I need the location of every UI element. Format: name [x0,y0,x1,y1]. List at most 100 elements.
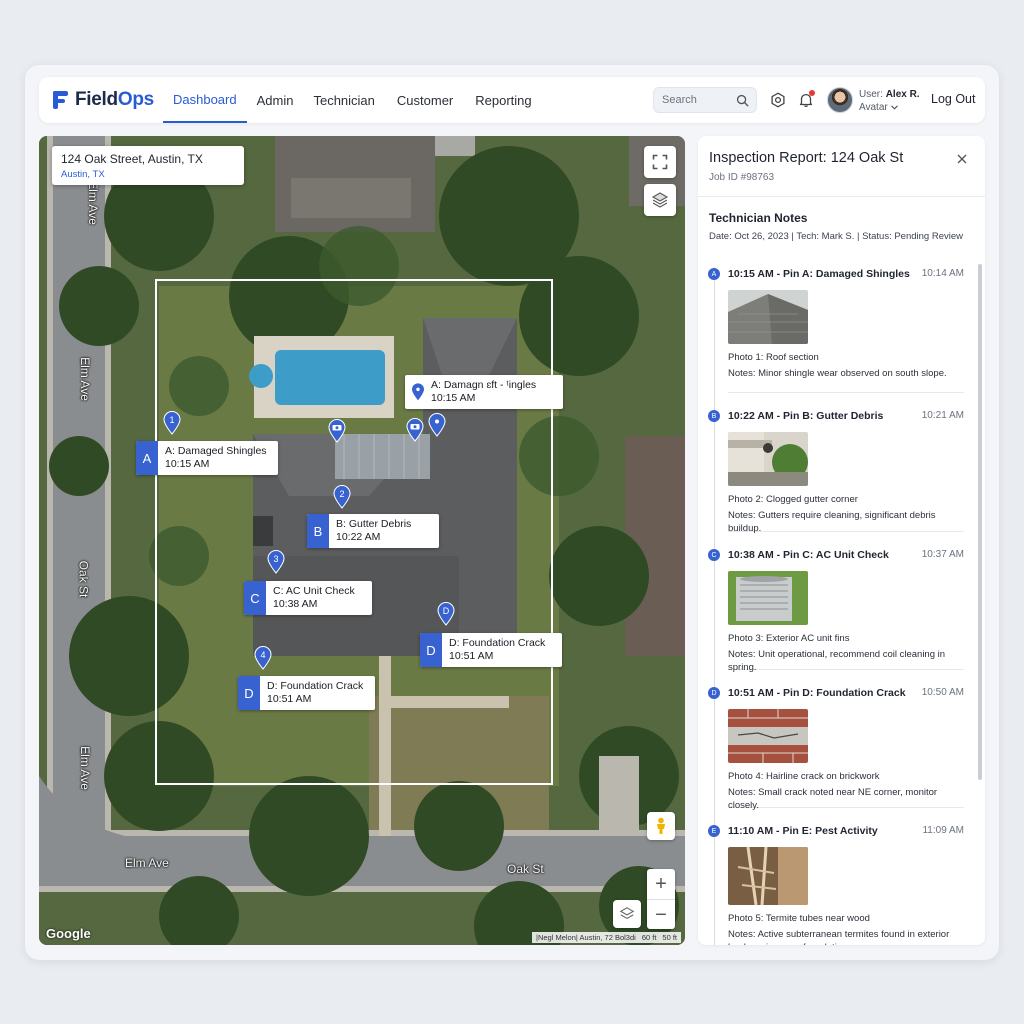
label-letter: D [420,633,442,667]
user-label: User: [859,89,883,100]
user-menu[interactable]: User: Alex R. Avatar [859,88,920,114]
app-window: FieldOps Dashboard Admin Technician Cust… [25,65,999,960]
photo-caption: Photo 3: Exterior AC unit fins [728,633,850,644]
bell-icon[interactable] [796,90,816,110]
search-icon[interactable] [736,94,749,107]
photo-caption: Photo 2: Clogged gutter corner [728,494,858,505]
report-title: Inspection Report: 124 Oak St [709,150,904,166]
map-pin-3[interactable]: 3 [267,550,285,574]
entry-title: 10:38 AM - Pin C: AC Unit Check [728,549,889,561]
note-entry[interactable]: D 10:51 AM - Pin D: Foundation Crack 10:5… [698,670,980,811]
satellite-map[interactable]: Elm Ave Elm Ave Oak St Elm Ave Elm Ave O… [39,136,685,945]
note-entry[interactable]: B 10:22 AM - Pin B: Gutter Debris 10:21 A… [698,393,980,534]
street-label-oak-st: Oak St [507,862,544,876]
zoom-out-button[interactable]: − [647,900,675,930]
street-label-elm-ave: Elm Ave [85,181,100,225]
entry-title: 10:22 AM - Pin B: Gutter Debris [728,410,884,422]
search-box [653,87,757,113]
street-label-elm-ave: Elm Ave [77,746,92,790]
panel-scrollbar[interactable] [978,264,982,780]
notes-timeline: A 10:15 AM - Pin A: Damaged Shingles 10:1… [698,251,980,945]
brand-logo[interactable]: FieldOps [51,89,154,111]
entry-time: 10:50 AM [921,687,964,698]
avatar-label: Avatar [859,102,888,113]
photo-thumbnail[interactable] [728,290,808,344]
map-label-c[interactable]: C C: AC Unit Check 10:38 AM [244,581,372,615]
user-name: Alex R. [885,89,920,100]
pin-badge: D [708,687,720,699]
nav-dashboard[interactable]: Dashboard [163,77,247,123]
street-label-elm-ave: Elm Ave [77,357,92,401]
note-entry[interactable]: A 10:15 AM - Pin A: Damaged Shingles 10:1… [698,251,980,392]
label-text: C: AC Unit Check 10:38 AM [273,585,355,610]
map-label-a[interactable]: A A: Damaged Shingles 10:15 AM [136,441,278,475]
entry-time: 10:14 AM [921,268,964,279]
map-pin-1[interactable]: 1 [163,411,181,435]
logout-button[interactable]: Log Out [931,92,975,106]
entry-time: 10:21 AM [921,410,964,421]
zoom-controls: + − [647,869,675,929]
label-letter: D [238,676,260,710]
note-entry[interactable]: C 10:38 AM - Pin C: AC Unit Check 10:37 A… [698,532,980,673]
address-subtitle: Austin, TX [61,169,105,180]
label-text: A: Damagn ɛft - ᵗingles 10:15 AM [431,379,537,404]
nav-technician[interactable]: Technician [303,77,384,123]
fullscreen-icon [652,154,668,170]
map-pin-d[interactable]: D [437,602,455,626]
nav-reporting[interactable]: Reporting [463,77,541,123]
entry-time: 11:09 AM [922,825,964,836]
map-label-b[interactable]: B B: Gutter Debris 10:22 AM [307,514,439,548]
layers-toggle-button[interactable] [613,900,641,928]
map-pin[interactable] [428,413,446,437]
settings-icon[interactable] [768,90,788,110]
entry-title: 11:10 AM - Pin E: Pest Activity [728,825,878,837]
label-letter: B [307,514,329,548]
address-card[interactable]: 124 Oak Street, Austin, TX Austin, TX [52,146,244,185]
entry-title: 10:15 AM - Pin A: Damaged Shingles [728,268,910,280]
fullscreen-button[interactable] [644,146,676,178]
map-attribution: Google [46,926,91,941]
nav-customer[interactable]: Customer [385,77,463,123]
street-label-elm-ave: Elm Ave [125,856,169,870]
map-pin-camera[interactable] [328,419,346,443]
photo-caption: Photo 4: Hairline crack on brickwork [728,771,880,782]
photo-thumbnail[interactable] [728,847,808,905]
photo-thumbnail[interactable] [728,571,808,625]
main-nav: Dashboard Admin Technician Customer Repo… [163,77,542,123]
layers-icon [651,192,669,208]
note-entry[interactable]: E 11:10 AM - Pin E: Pest Activity 11:09 A… [698,808,980,945]
brand-name: FieldOps [75,89,154,110]
map-pin-4[interactable]: 4 [254,646,272,670]
notes-meta: Date: Oct 26, 2023 | Tech: Mark S. | Sta… [709,231,963,242]
label-letter: A [136,441,158,475]
address-title: 124 Oak Street, Austin, TX [61,152,203,166]
search-input[interactable] [662,94,736,106]
pin-badge: B [708,410,720,422]
label-text: D: Foundation Crack 10:51 AM [449,637,546,662]
map-pin-2[interactable]: 2 [333,485,351,509]
photo-caption: Photo 5: Termite tubes near wood [728,913,870,924]
street-label-oak-st: Oak St [76,560,91,598]
street-view-button[interactable] [647,812,675,840]
photo-caption: Photo 1: Roof section [728,352,819,363]
map-pin-camera[interactable] [406,418,424,442]
notes-heading: Technician Notes [709,211,808,225]
map-label-d[interactable]: D D: Foundation Crack 10:51 AM [420,633,562,667]
entry-notes: Notes: Minor shingle wear observed on so… [728,368,947,379]
label-text: D: Foundation Crack 10:51 AM [267,680,364,705]
map-label-d-secondary[interactable]: D D: Foundation Crack 10:51 AM [238,676,375,710]
close-icon[interactable] [955,152,969,166]
layers-icon [619,907,635,920]
map-layers-button[interactable] [644,184,676,216]
job-id: Job ID #98763 [709,172,775,183]
notification-badge [809,90,815,96]
map-label-a-roof[interactable]: A: Damagn ɛft - ᵗingles 10:15 AM [405,375,563,409]
inspection-report-panel: Inspection Report: 124 Oak St Job ID #98… [698,136,985,945]
nav-admin[interactable]: Admin [247,77,304,123]
photo-thumbnail[interactable] [728,709,808,763]
photo-thumbnail[interactable] [728,432,808,486]
entry-time: 10:37 AM [921,549,964,560]
top-header: FieldOps Dashboard Admin Technician Cust… [39,77,985,123]
zoom-in-button[interactable]: + [647,869,675,899]
avatar[interactable] [827,87,853,113]
